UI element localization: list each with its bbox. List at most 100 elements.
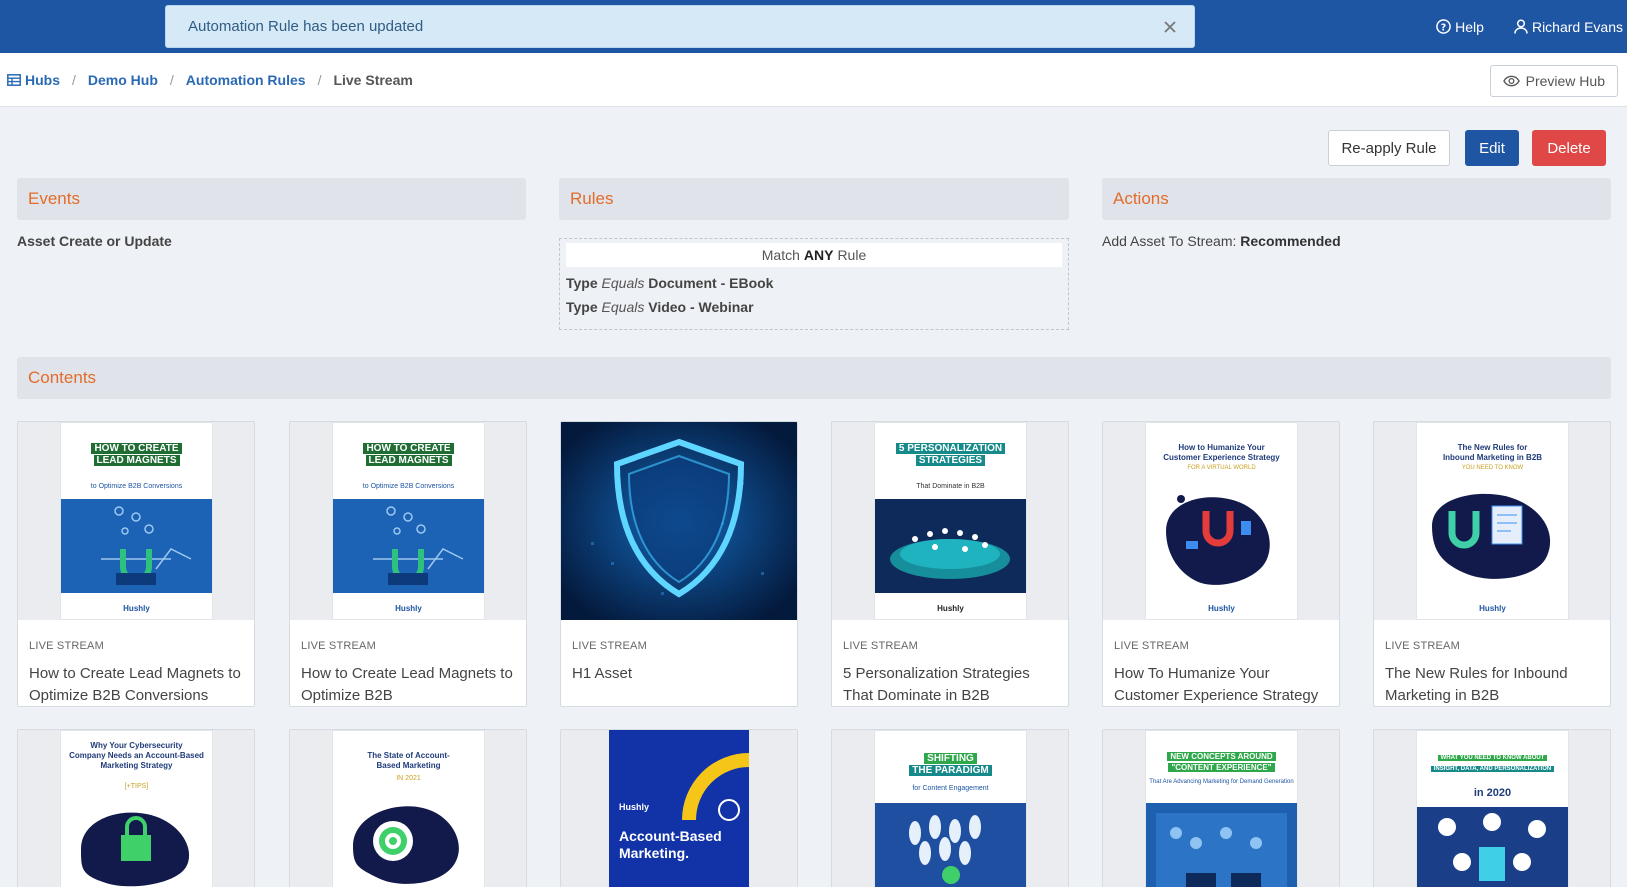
content-card[interactable]: HOW TO CREATE LEAD MAGNETS to Optimize B… xyxy=(289,421,527,707)
cover-logo: Hushly xyxy=(619,802,650,812)
cover-line-2: Inbound Marketing in B2B xyxy=(1442,453,1543,462)
cover-logo: Hushly xyxy=(1479,604,1506,613)
rule-field: Type xyxy=(566,299,598,315)
ebook-cover: How to Humanize Your Customer Experience… xyxy=(1145,422,1298,620)
lock-icon xyxy=(81,812,190,887)
target-icon xyxy=(353,806,459,884)
cover-line-2: THE PARADIGM xyxy=(909,765,992,776)
breadcrumb-bar: Hubs / Demo Hub / Automation Rules / Liv… xyxy=(0,53,1627,107)
cover-subtitle: for Content Engagement xyxy=(912,785,989,792)
cover-line-1: Why Your Cybersecurity xyxy=(90,741,183,750)
card-thumbnail: Hushly Account-Based Marketing. xyxy=(561,730,797,887)
breadcrumb-separator: / xyxy=(169,71,174,88)
match-suffix: Rule xyxy=(837,247,867,263)
rule-line: Type Equals Document - EBook xyxy=(566,275,1062,291)
match-mode-value: ANY xyxy=(803,247,834,263)
cover-title: The State of Account- Based Marketing xyxy=(337,751,480,771)
breadcrumb-automation-rules[interactable]: Automation Rules xyxy=(186,72,306,88)
cover-line-1: HOW TO CREATE xyxy=(91,443,182,454)
success-toast: Automation Rule has been updated xyxy=(165,5,1195,48)
card-tag: LIVE STREAM xyxy=(1385,640,1460,652)
svg-text:?: ? xyxy=(1441,22,1446,33)
user-menu[interactable]: Richard Evans xyxy=(1514,19,1623,35)
topbar-right: ? Help Richard Evans xyxy=(1436,0,1623,53)
ebook-cover: Why Your Cybersecurity Company Needs an … xyxy=(60,730,213,887)
card-tag: LIVE STREAM xyxy=(572,640,647,652)
help-icon: ? xyxy=(1436,19,1451,34)
card-title: How To Humanize Your Customer Experience… xyxy=(1114,665,1319,704)
content-card[interactable]: Hushly Account-Based Marketing. xyxy=(560,729,798,887)
ebook-cover: NEW CONCEPTS AROUND "CONTENT EXPERIENCE"… xyxy=(1145,730,1298,887)
cover-line-2: Marketing. xyxy=(619,845,690,861)
content-card[interactable]: 5 PERSONALIZATION STRATEGIES That Domina… xyxy=(831,421,1069,707)
cover-subtitle: IN 2021 xyxy=(396,775,421,782)
user-icon xyxy=(1514,19,1528,34)
delete-button[interactable]: Delete xyxy=(1532,130,1606,166)
magnet-illustration xyxy=(1417,481,1568,591)
ebook-cover: The State of Account- Based Marketing IN… xyxy=(332,730,485,887)
ebook-cover: The New Rules for Inbound Marketing in B… xyxy=(1416,422,1569,620)
rule-field: Type xyxy=(566,275,598,291)
event-value: Asset Create or Update xyxy=(17,233,172,249)
cover-title: 5 PERSONALIZATION STRATEGIES xyxy=(879,443,1022,467)
content-card[interactable]: WHAT YOU NEED TO KNOW ABOUT INSIGHT, DAT… xyxy=(1373,729,1611,887)
people-network-illustration xyxy=(1417,807,1568,887)
ebook-cover: SHIFTING THE PARADIGM for Content Engage… xyxy=(874,730,1027,887)
breadcrumb-demo-hub[interactable]: Demo Hub xyxy=(88,72,158,88)
content-card[interactable]: Why Your Cybersecurity Company Needs an … xyxy=(17,729,255,887)
breadcrumb-separator: / xyxy=(72,71,76,88)
cover-logo: Hushly xyxy=(1208,604,1235,613)
content-card[interactable]: SHIFTING THE PARADIGM for Content Engage… xyxy=(831,729,1069,887)
toast-message: Automation Rule has been updated xyxy=(188,18,424,35)
edit-button[interactable]: Edit xyxy=(1465,130,1519,166)
cover-title: WHAT YOU NEED TO KNOW ABOUT INSIGHT, DAT… xyxy=(1421,753,1564,775)
content-card[interactable]: HOW TO CREATE LEAD MAGNETS to Optimize B… xyxy=(17,421,255,707)
card-title: How to Create Lead Magnets to Optimize B… xyxy=(29,665,241,704)
card-thumbnail: 5 PERSONALIZATION STRATEGIES That Domina… xyxy=(832,422,1068,620)
rules-header: Rules xyxy=(559,178,1069,220)
cover-logo: Hushly xyxy=(123,604,150,613)
preview-hub-label: Preview Hub xyxy=(1525,73,1605,89)
cover-line-1: The State of Account- xyxy=(367,751,450,760)
content-card[interactable]: How to Humanize Your Customer Experience… xyxy=(1102,421,1340,707)
card-thumbnail: HOW TO CREATE LEAD MAGNETS to Optimize B… xyxy=(18,422,254,620)
card-thumbnail: How to Humanize Your Customer Experience… xyxy=(1103,422,1339,620)
rule-operator: Equals xyxy=(601,275,645,291)
card-thumbnail: WHAT YOU NEED TO KNOW ABOUT INSIGHT, DAT… xyxy=(1374,730,1610,887)
cover-logo: Hushly xyxy=(395,604,422,613)
match-prefix: Match xyxy=(761,247,800,263)
ebook-cover: HOW TO CREATE LEAD MAGNETS to Optimize B… xyxy=(332,422,485,620)
user-name: Richard Evans xyxy=(1531,18,1623,35)
cover-title: How to Humanize Your Customer Experience… xyxy=(1150,443,1293,463)
card-thumbnail: SHIFTING THE PARADIGM for Content Engage… xyxy=(832,730,1068,887)
cover-line-1: WHAT YOU NEED TO KNOW ABOUT xyxy=(1437,755,1548,761)
table-icon xyxy=(7,73,21,86)
close-icon[interactable] xyxy=(1160,17,1180,37)
help-label: Help xyxy=(1455,18,1484,35)
reapply-rule-button[interactable]: Re-apply Rule xyxy=(1328,130,1450,166)
help-link[interactable]: ? Help xyxy=(1436,19,1484,35)
card-thumbnail: The State of Account- Based Marketing IN… xyxy=(290,730,526,887)
cover-title: NEW CONCEPTS AROUND "CONTENT EXPERIENCE" xyxy=(1150,751,1293,773)
cover-line-1: HOW TO CREATE xyxy=(363,443,454,454)
breadcrumb-hubs[interactable]: Hubs xyxy=(25,72,60,88)
cover-line-1: SHIFTING xyxy=(924,753,977,764)
card-thumbnail xyxy=(561,422,797,620)
cover-subtitle: That Dominate in B2B xyxy=(916,483,985,490)
cover-title: HOW TO CREATE LEAD MAGNETS xyxy=(337,443,480,467)
breadcrumb-separator: / xyxy=(317,71,322,88)
cover-title: SHIFTING THE PARADIGM xyxy=(879,753,1022,777)
cover-line-2: "CONTENT EXPERIENCE" xyxy=(1168,763,1275,772)
card-thumbnail: The New Rules for Inbound Marketing in B… xyxy=(1374,422,1610,620)
cover-subtitle: YOU NEED TO KNOW xyxy=(1461,465,1524,471)
content-card[interactable]: LIVE STREAM H1 Asset xyxy=(560,421,798,707)
preview-hub-button[interactable]: Preview Hub xyxy=(1489,65,1618,97)
content-card[interactable]: The New Rules for Inbound Marketing in B… xyxy=(1373,421,1611,707)
content-card[interactable]: The State of Account- Based Marketing IN… xyxy=(289,729,527,887)
cover-line-2: Customer Experience Strategy xyxy=(1163,453,1280,462)
card-title: H1 Asset xyxy=(572,665,633,682)
content-card[interactable]: NEW CONCEPTS AROUND "CONTENT EXPERIENCE"… xyxy=(1102,729,1340,887)
card-tag: LIVE STREAM xyxy=(29,640,104,652)
cover-logo: Hushly xyxy=(937,604,964,613)
cover-subtitle: to Optimize B2B Conversions xyxy=(90,483,183,490)
